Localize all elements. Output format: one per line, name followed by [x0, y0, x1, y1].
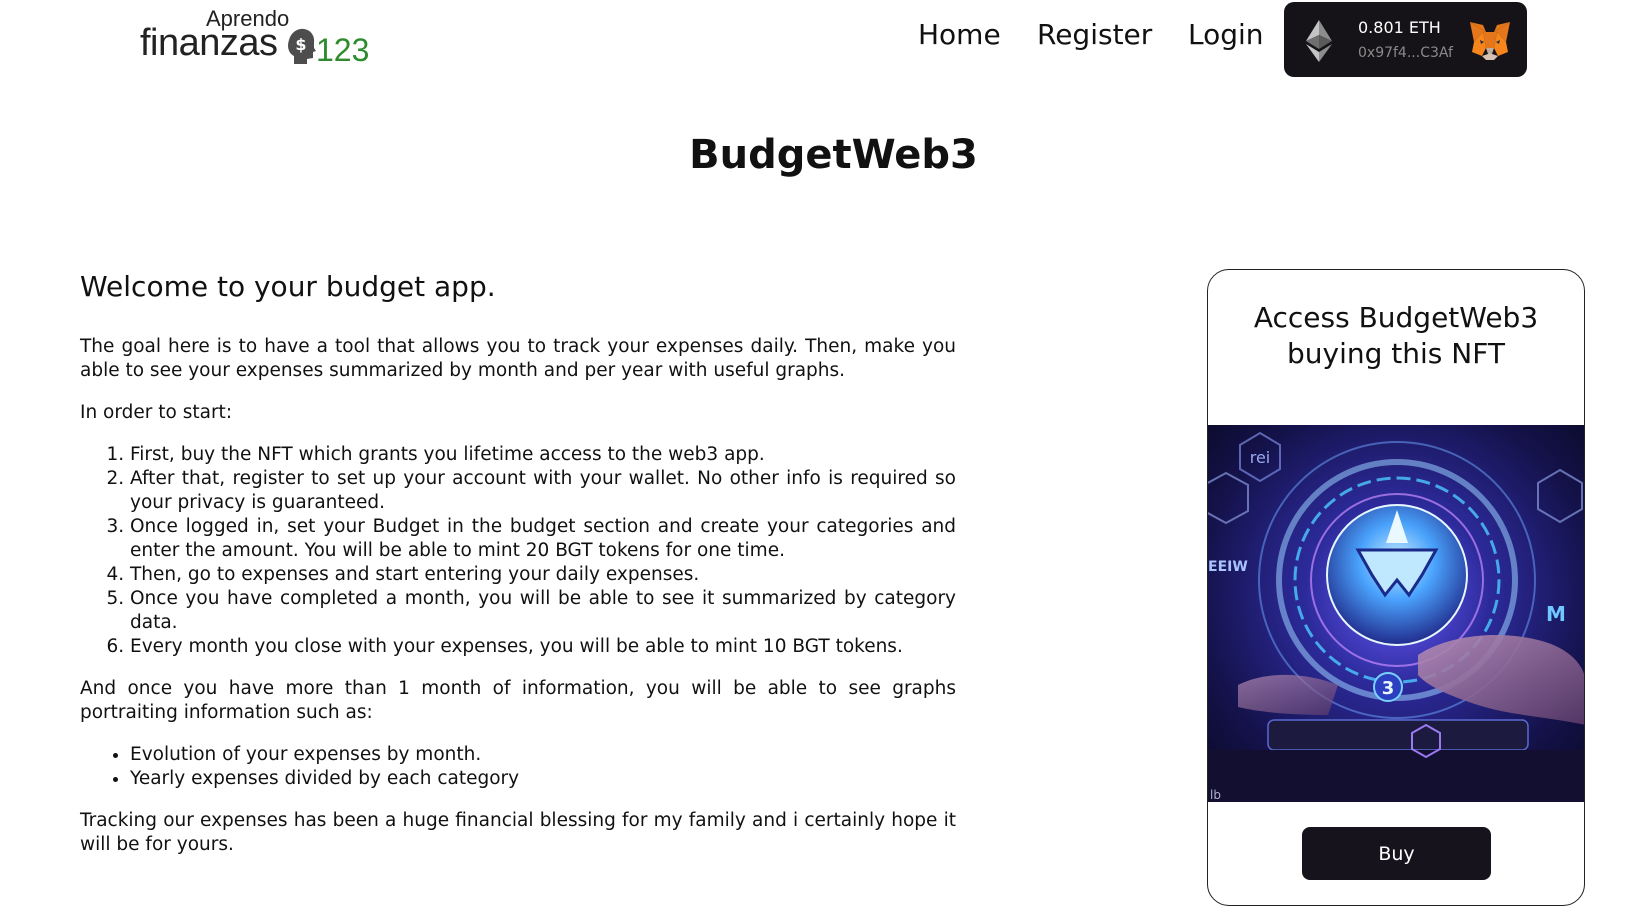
- nft-card-title-line1: Access BudgetWeb3: [1253, 301, 1539, 334]
- nft-card: Access BudgetWeb3 buying this NFT rei EE…: [1207, 269, 1585, 906]
- graphs-intro-paragraph: And once you have more than 1 month of i…: [80, 678, 956, 723]
- wallet-address: 0x97f4...C3Af: [1358, 45, 1453, 61]
- step-item: After that, register to set up your acco…: [130, 467, 956, 515]
- graph-features-list: Evolution of your expenses by month. Yea…: [130, 743, 956, 791]
- page-title: BudgetWeb3: [689, 132, 978, 178]
- graph-feature-item: Evolution of your expenses by month.: [130, 743, 956, 767]
- nav-home-link[interactable]: Home: [918, 18, 1001, 51]
- wallet-button[interactable]: 0.801 ETH 0x97f4...C3Af: [1284, 2, 1527, 77]
- nav-register-link[interactable]: Register: [1037, 18, 1152, 51]
- welcome-heading: Welcome to your budget app.: [80, 270, 496, 303]
- nft-card-title: Access BudgetWeb3 buying this NFT: [1208, 300, 1584, 372]
- money-head-icon: $: [288, 28, 316, 64]
- nav-login-link[interactable]: Login: [1188, 18, 1264, 51]
- step-item: Then, go to expenses and start entering …: [130, 563, 956, 587]
- nft-image: rei EEIW M 3 lb: [1208, 425, 1584, 802]
- metamask-fox-icon: [1470, 22, 1510, 60]
- nft-image-label-right: M: [1546, 602, 1566, 626]
- step-item: Once you have completed a month, you wil…: [130, 587, 956, 635]
- nft-image-label-bottom: 3: [1382, 678, 1395, 699]
- step-item: Every month you close with your expenses…: [130, 635, 956, 659]
- nft-card-title-line2: buying this NFT: [1287, 337, 1505, 370]
- step-item: Once logged in, set your Budget in the b…: [130, 515, 956, 563]
- ethereum-icon: [1306, 20, 1332, 62]
- start-label: In order to start:: [80, 402, 233, 423]
- step-item: First, buy the NFT which grants you life…: [130, 443, 956, 467]
- logo-number-text: 123: [316, 32, 370, 68]
- nft-image-label-top: rei: [1250, 448, 1271, 467]
- steps-list: First, buy the NFT which grants you life…: [130, 443, 956, 659]
- closing-paragraph: Tracking our expenses has been a huge fi…: [80, 810, 956, 855]
- logo-main-text: finanzas: [140, 22, 278, 64]
- svg-text:$: $: [295, 35, 306, 54]
- wallet-balance: 0.801 ETH: [1358, 18, 1441, 37]
- nft-image-label-left: EEIW: [1208, 559, 1248, 575]
- main-content: Welcome to your budget app. The goal her…: [80, 270, 956, 875]
- site-logo[interactable]: Aprendo finanzas $ 123: [140, 6, 380, 68]
- buy-nft-button[interactable]: Buy: [1302, 827, 1491, 880]
- nft-image-label-corner: lb: [1210, 788, 1221, 802]
- intro-paragraph: The goal here is to have a tool that all…: [80, 336, 956, 381]
- graph-feature-item: Yearly expenses divided by each category: [130, 767, 956, 791]
